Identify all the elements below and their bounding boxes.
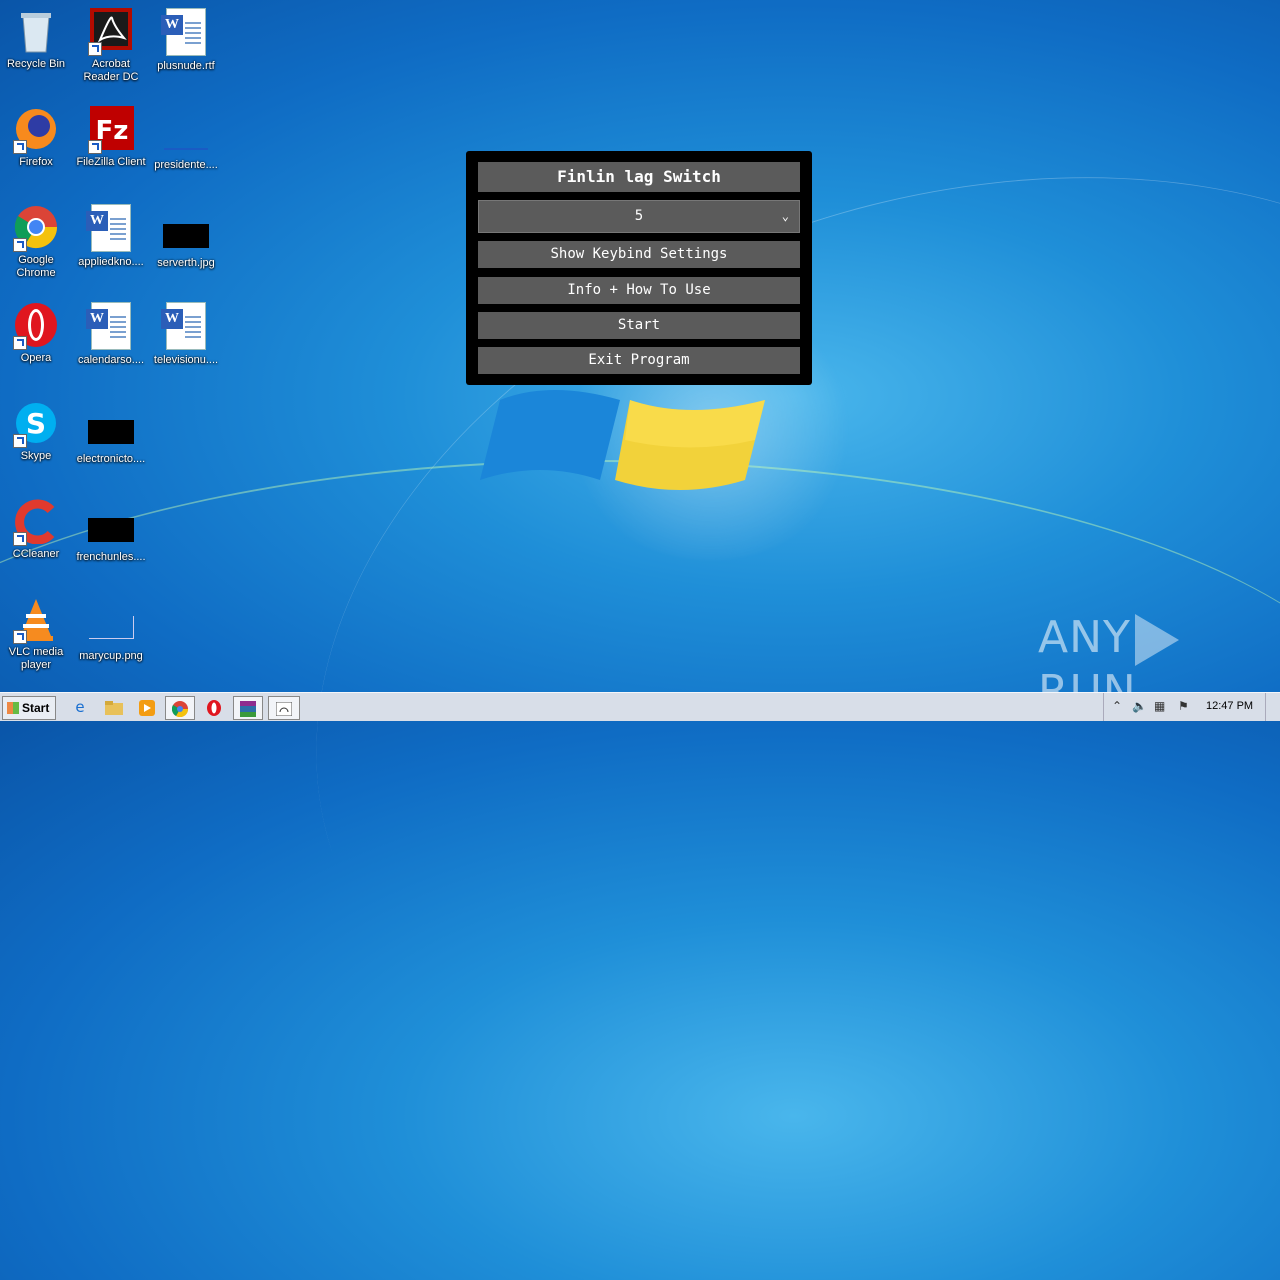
action-center-flag-icon[interactable]: ⚑ bbox=[1178, 699, 1189, 713]
firefox-icon bbox=[13, 106, 59, 154]
word-doc-icon: W bbox=[86, 204, 131, 252]
dropdown-value: 5 bbox=[634, 208, 644, 224]
exit-program-button[interactable]: Exit Program bbox=[478, 347, 800, 374]
shortcut-arrow-icon bbox=[13, 238, 27, 252]
desktop-icon-appliedkno[interactable]: W appliedkno.... bbox=[73, 204, 149, 269]
desktop-icon-marycup[interactable]: marycup.png bbox=[73, 604, 149, 663]
desktop-icon-vlc[interactable]: VLC media player bbox=[0, 596, 74, 672]
desktop-icon-label: Recycle Bin bbox=[6, 58, 66, 70]
image-thumbnail-icon bbox=[88, 616, 134, 639]
show-hidden-icons-icon[interactable]: ⌃ bbox=[1112, 699, 1122, 713]
desktop-icon-label: Opera bbox=[20, 352, 52, 364]
show-desktop-button[interactable] bbox=[1265, 693, 1280, 721]
desktop-icon-acrobat[interactable]: Acrobat Reader DC bbox=[73, 8, 149, 84]
watermark-text-left: ANY bbox=[1038, 612, 1131, 663]
shortcut-arrow-icon bbox=[13, 336, 27, 350]
internet-explorer-icon[interactable]: e bbox=[66, 696, 94, 718]
desktop-icon-frenchunles[interactable]: frenchunles.... bbox=[73, 506, 149, 564]
windows-flag-icon bbox=[7, 702, 19, 714]
desktop-icon-label: Skype bbox=[20, 450, 52, 462]
word-doc-icon: W bbox=[161, 302, 206, 350]
shortcut-arrow-icon bbox=[13, 532, 27, 546]
chrome-taskbar-icon[interactable] bbox=[165, 696, 195, 720]
desktop-icon-calendarso[interactable]: W calendarso.... bbox=[73, 302, 149, 367]
clock[interactable]: 12:47 PM bbox=[1206, 700, 1253, 712]
desktop-icon-electronicto[interactable]: electronicto.... bbox=[73, 408, 149, 466]
desktop-icon-label: Google Chrome bbox=[16, 254, 56, 279]
acrobat-icon bbox=[88, 8, 134, 56]
image-thumbnail-icon bbox=[88, 420, 134, 444]
running-app-icon[interactable] bbox=[268, 696, 300, 720]
image-thumbnail-icon bbox=[88, 518, 134, 542]
explorer-folder-icon[interactable] bbox=[100, 696, 128, 718]
desktop-icon-opera[interactable]: Opera bbox=[0, 302, 74, 365]
shortcut-arrow-icon bbox=[13, 434, 27, 448]
desktop-icon-recycle-bin[interactable]: Recycle Bin bbox=[0, 8, 74, 71]
chevron-down-icon: ⌄ bbox=[781, 209, 789, 223]
desktop-icon-plusnude[interactable]: W plusnude.rtf bbox=[148, 8, 224, 73]
network-icon[interactable]: ▦ bbox=[1154, 699, 1165, 713]
desktop-icon-label: frenchunles.... bbox=[76, 551, 146, 563]
desktop-icon-label: CCleaner bbox=[12, 548, 60, 560]
app-title: Finlin lag Switch bbox=[478, 162, 800, 192]
desktop-icon-label: serverth.jpg bbox=[157, 257, 215, 269]
value-dropdown[interactable]: 5 ⌄ bbox=[478, 200, 800, 233]
show-keybind-settings-button[interactable]: Show Keybind Settings bbox=[478, 241, 800, 268]
desktop-icon-chrome[interactable]: Google Chrome bbox=[0, 204, 74, 280]
chrome-icon bbox=[13, 204, 59, 252]
opera-taskbar-icon[interactable] bbox=[200, 696, 228, 718]
desktop-icon-firefox[interactable]: Firefox bbox=[0, 106, 74, 169]
word-doc-icon: W bbox=[161, 8, 206, 56]
lag-switch-window: Finlin lag Switch 5 ⌄ Show Keybind Setti… bbox=[466, 151, 812, 385]
opera-icon bbox=[13, 302, 59, 350]
start-label: Start bbox=[22, 701, 50, 715]
desktop-icon-ccleaner[interactable]: CCleaner bbox=[0, 498, 74, 561]
shortcut-arrow-icon bbox=[88, 140, 102, 154]
ccleaner-icon bbox=[13, 498, 59, 546]
desktop-icon-presidente[interactable]: presidente.... bbox=[148, 114, 224, 172]
volume-icon[interactable]: 🔈 bbox=[1132, 699, 1147, 713]
desktop-icon-label: televisionu.... bbox=[153, 354, 219, 366]
desktop-icon-skype[interactable]: S Skype bbox=[0, 400, 74, 463]
play-icon bbox=[1134, 614, 1179, 666]
file-thumbnail-icon bbox=[164, 126, 208, 150]
taskbar: Start e ⌃ 🔈 ▦ ⚑ 12:47 PM bbox=[0, 692, 1280, 721]
info-how-to-use-button[interactable]: Info + How To Use bbox=[478, 277, 800, 304]
desktop-icon-serverth[interactable]: serverth.jpg bbox=[148, 212, 224, 270]
start-button[interactable]: Start bbox=[478, 312, 800, 339]
desktop-icon-label: marycup.png bbox=[79, 650, 143, 662]
desktop-icon-label: calendarso.... bbox=[77, 354, 145, 366]
skype-icon: S bbox=[13, 400, 59, 448]
desktop-icon-label: appliedkno.... bbox=[78, 256, 144, 268]
media-player-icon[interactable] bbox=[133, 696, 161, 718]
word-doc-icon: W bbox=[86, 302, 131, 350]
desktop-icon-label: Acrobat Reader DC bbox=[83, 58, 139, 83]
start-button-taskbar[interactable]: Start bbox=[2, 696, 56, 720]
desktop-icon-label: electronicto.... bbox=[76, 453, 146, 465]
svg-text:S: S bbox=[26, 407, 46, 440]
vlc-icon bbox=[13, 596, 59, 644]
shortcut-arrow-icon bbox=[13, 630, 27, 644]
recycle-bin-icon bbox=[13, 8, 59, 54]
filezilla-icon: Fz bbox=[88, 106, 134, 154]
desktop-icon-label: presidente.... bbox=[154, 159, 218, 171]
desktop-icon-label: VLC media player bbox=[8, 646, 64, 671]
desktop-icon-label: Firefox bbox=[19, 156, 53, 168]
desktop-icon-filezilla[interactable]: Fz FileZilla Client bbox=[73, 106, 149, 169]
windows-logo bbox=[480, 390, 765, 490]
desktop-icon-televisionu[interactable]: W televisionu.... bbox=[148, 302, 224, 367]
shortcut-arrow-icon bbox=[88, 42, 102, 56]
image-thumbnail-icon bbox=[163, 224, 209, 248]
desktop-icon-label: plusnude.rtf bbox=[157, 60, 215, 72]
desktop-icon-label: FileZilla Client bbox=[76, 156, 146, 168]
winrar-icon[interactable] bbox=[233, 696, 263, 720]
shortcut-arrow-icon bbox=[13, 140, 27, 154]
system-tray: ⌃ 🔈 ▦ ⚑ bbox=[1103, 693, 1280, 721]
